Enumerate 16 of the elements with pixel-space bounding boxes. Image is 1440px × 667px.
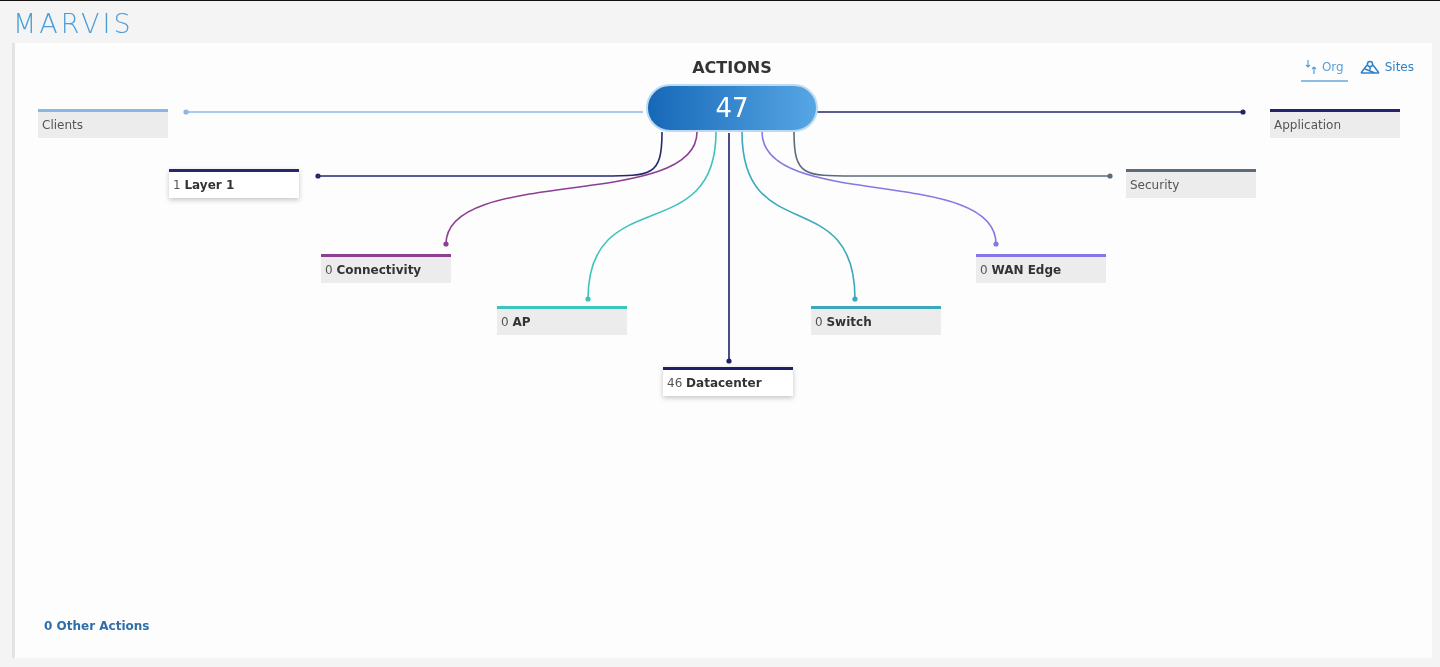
map-pin-icon [1359,60,1380,74]
actions-count-pill[interactable]: 47 [646,84,818,132]
category-node[interactable]: Security [1126,169,1256,198]
view-tab[interactable]: Sites [1355,57,1418,82]
app-logo: MARVIS [13,7,134,39]
category-node[interactable]: 0 WAN Edge [976,254,1106,283]
category-node[interactable]: 1 Layer 1 [169,169,299,198]
sort-arrows-icon [1304,59,1317,75]
category-node[interactable]: Application [1270,109,1400,138]
other-actions-link[interactable]: 0 Other Actions [44,619,150,633]
category-node[interactable]: 46 Datacenter [663,367,793,396]
category-node[interactable]: Clients [38,109,168,138]
category-node[interactable]: 0 Switch [811,306,941,335]
category-node[interactable]: 0 Connectivity [321,254,451,283]
actions-title: ACTIONS [691,58,773,77]
category-node[interactable]: 0 AP [497,306,627,335]
